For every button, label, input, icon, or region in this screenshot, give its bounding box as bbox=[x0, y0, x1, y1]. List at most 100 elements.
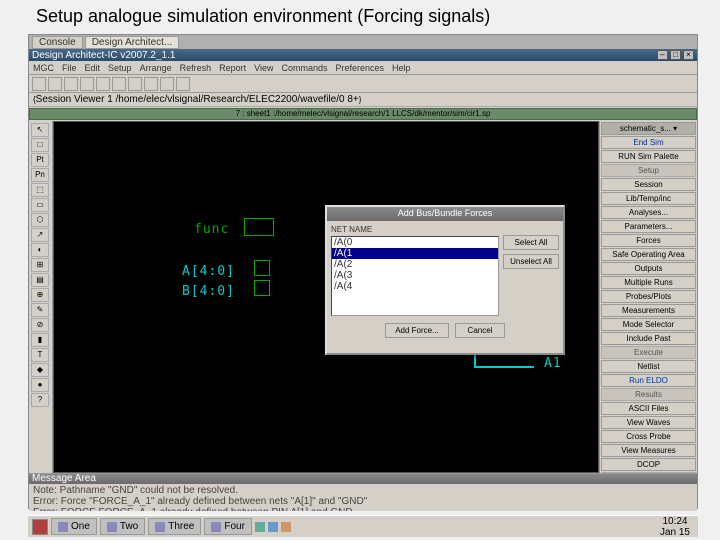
session-path: Session Viewer 1 /home/elec/vlsignal/Res… bbox=[36, 94, 359, 105]
tool-icon[interactable] bbox=[176, 77, 190, 91]
tool-icon[interactable] bbox=[64, 77, 78, 91]
tool-icon-7[interactable]: ↗ bbox=[31, 228, 49, 242]
app-icon bbox=[107, 522, 117, 532]
tray-icon[interactable] bbox=[255, 522, 265, 532]
dialog-title: Add Bus/Bundle Forces bbox=[327, 207, 563, 221]
right-panel: schematic_s... ▾ End SimRUN Sim PaletteS… bbox=[599, 121, 697, 473]
tool-icon-12[interactable]: ✎ bbox=[31, 303, 49, 317]
select-all-button[interactable]: Select All bbox=[503, 235, 559, 250]
tool-icon-2[interactable]: Pt bbox=[31, 153, 49, 167]
panel-group-setup: Setup bbox=[601, 164, 696, 177]
tool-icon[interactable] bbox=[112, 77, 126, 91]
panel-btn-multiple-runs[interactable]: Multiple Runs bbox=[601, 276, 696, 289]
net-list[interactable]: /A(0/A(1/A(2/A(3/A(4 bbox=[331, 236, 499, 316]
sheet-title: 7 : sheet1 :/home/melec/vlsignal/researc… bbox=[29, 108, 697, 120]
tool-icon-14[interactable]: ▮ bbox=[31, 333, 49, 347]
panel-btn-view-measures[interactable]: View Measures bbox=[601, 444, 696, 457]
panel-btn-run-eldo[interactable]: Run ELDO bbox=[601, 374, 696, 387]
net-item[interactable]: /A(3 bbox=[332, 270, 498, 281]
panel-btn-cross-probe[interactable]: Cross Probe bbox=[601, 430, 696, 443]
message-header: Message Area bbox=[29, 474, 697, 484]
panel-group-utilities: Utilities bbox=[601, 472, 696, 473]
start-button[interactable] bbox=[32, 519, 48, 535]
panel-btn-netlist[interactable]: Netlist bbox=[601, 360, 696, 373]
tool-icon-17[interactable]: ● bbox=[31, 378, 49, 392]
taskbar-item[interactable]: Two bbox=[100, 518, 145, 535]
menu-setup[interactable]: Setup bbox=[108, 63, 132, 73]
panel-btn-probes-plots[interactable]: Probes/Plots bbox=[601, 290, 696, 303]
add-force-button[interactable]: Add Force... bbox=[385, 323, 449, 338]
maximize-button[interactable]: □ bbox=[670, 50, 681, 60]
tool-icon-10[interactable]: ▤ bbox=[31, 273, 49, 287]
tool-icon-11[interactable]: ⊕ bbox=[31, 288, 49, 302]
tool-icon-15[interactable]: T bbox=[31, 348, 49, 362]
menu-commands[interactable]: Commands bbox=[281, 63, 327, 73]
tool-icon-1[interactable]: □ bbox=[31, 138, 49, 152]
panel-btn-ascii-files[interactable]: ASCII Files bbox=[601, 402, 696, 415]
tool-icon-0[interactable]: ↖ bbox=[31, 123, 49, 137]
tool-icon-6[interactable]: ⬡ bbox=[31, 213, 49, 227]
tool-icon-9[interactable]: ⊞ bbox=[31, 258, 49, 272]
tool-icon[interactable] bbox=[32, 77, 46, 91]
tool-icon[interactable] bbox=[160, 77, 174, 91]
panel-btn-include-past[interactable]: Include Past bbox=[601, 332, 696, 345]
tool-icon[interactable] bbox=[128, 77, 142, 91]
panel-btn-lib-temp-inc[interactable]: Lib/Temp/inc bbox=[601, 192, 696, 205]
taskbar-item[interactable]: One bbox=[51, 518, 97, 535]
panel-btn-forces[interactable]: Forces bbox=[601, 234, 696, 247]
tool-icon-13[interactable]: ⊘ bbox=[31, 318, 49, 332]
tool-icon-8[interactable]: ◐ bbox=[31, 243, 49, 257]
tray-icon[interactable] bbox=[281, 522, 291, 532]
menu-refresh[interactable]: Refresh bbox=[180, 63, 212, 73]
panel-btn-dcop[interactable]: DCOP bbox=[601, 458, 696, 471]
taskbar-item[interactable]: Three bbox=[148, 518, 201, 535]
panel-btn-end-sim[interactable]: End Sim bbox=[601, 136, 696, 149]
net-item[interactable]: /A(2 bbox=[332, 259, 498, 270]
menu-edit[interactable]: Edit bbox=[85, 63, 101, 73]
taskbar-item[interactable]: Four bbox=[204, 518, 252, 535]
menu-view[interactable]: View bbox=[254, 63, 273, 73]
panel-btn-safe-operating-area[interactable]: Safe Operating Area bbox=[601, 248, 696, 261]
port-a-label: A[4:0] bbox=[182, 264, 235, 279]
gate-symbol bbox=[244, 218, 274, 236]
minimize-button[interactable]: – bbox=[657, 50, 668, 60]
tool-icon-3[interactable]: Pn bbox=[31, 168, 49, 182]
panel-btn-outputs[interactable]: Outputs bbox=[601, 262, 696, 275]
close-button[interactable]: × bbox=[683, 50, 694, 60]
forces-dialog: Add Bus/Bundle Forces NET NAME /A(0/A(1/… bbox=[325, 205, 565, 355]
menu-arrange[interactable]: Arrange bbox=[140, 63, 172, 73]
tool-icon-16[interactable]: ◆ bbox=[31, 363, 49, 377]
tool-icon[interactable] bbox=[48, 77, 62, 91]
menu-report[interactable]: Report bbox=[219, 63, 246, 73]
cancel-button[interactable]: Cancel bbox=[455, 323, 505, 338]
menu-preferences[interactable]: Preferences bbox=[336, 63, 385, 73]
app-icon bbox=[155, 522, 165, 532]
net-item[interactable]: /A(4 bbox=[332, 281, 498, 292]
tool-icon-4[interactable]: ⬚ bbox=[31, 183, 49, 197]
left-toolbar: ↖□PtPn⬚▭⬡↗◐⊞▤⊕✎⊘▮T◆●? bbox=[29, 121, 53, 473]
panel-btn-run-sim-palette[interactable]: RUN Sim Palette bbox=[601, 150, 696, 163]
tool-icon[interactable] bbox=[80, 77, 94, 91]
toolbar bbox=[29, 75, 697, 93]
panel-btn-mode-selector[interactable]: Mode Selector bbox=[601, 318, 696, 331]
panel-btn-analyses-[interactable]: Analyses... bbox=[601, 206, 696, 219]
panel-header[interactable]: schematic_s... ▾ bbox=[601, 122, 696, 135]
net-item[interactable]: /A(1 bbox=[332, 248, 498, 259]
net-item[interactable]: /A(0 bbox=[332, 237, 498, 248]
panel-btn-measurements[interactable]: Measurements bbox=[601, 304, 696, 317]
panel-btn-parameters-[interactable]: Parameters... bbox=[601, 220, 696, 233]
panel-btn-session[interactable]: Session bbox=[601, 178, 696, 191]
console-tab[interactable]: Console bbox=[32, 36, 83, 49]
tool-icon-18[interactable]: ? bbox=[31, 393, 49, 407]
task-label: Four bbox=[224, 521, 245, 532]
tray-icon[interactable] bbox=[268, 522, 278, 532]
tool-icon[interactable] bbox=[96, 77, 110, 91]
panel-btn-view-waves[interactable]: View Waves bbox=[601, 416, 696, 429]
menu-help[interactable]: Help bbox=[392, 63, 411, 73]
tool-icon-5[interactable]: ▭ bbox=[31, 198, 49, 212]
menu-file[interactable]: File bbox=[62, 63, 77, 73]
design-tab[interactable]: Design Architect... bbox=[85, 36, 180, 49]
unselect-all-button[interactable]: Unselect All bbox=[503, 254, 559, 269]
tool-icon[interactable] bbox=[144, 77, 158, 91]
menu-mgc[interactable]: MGC bbox=[33, 63, 54, 73]
